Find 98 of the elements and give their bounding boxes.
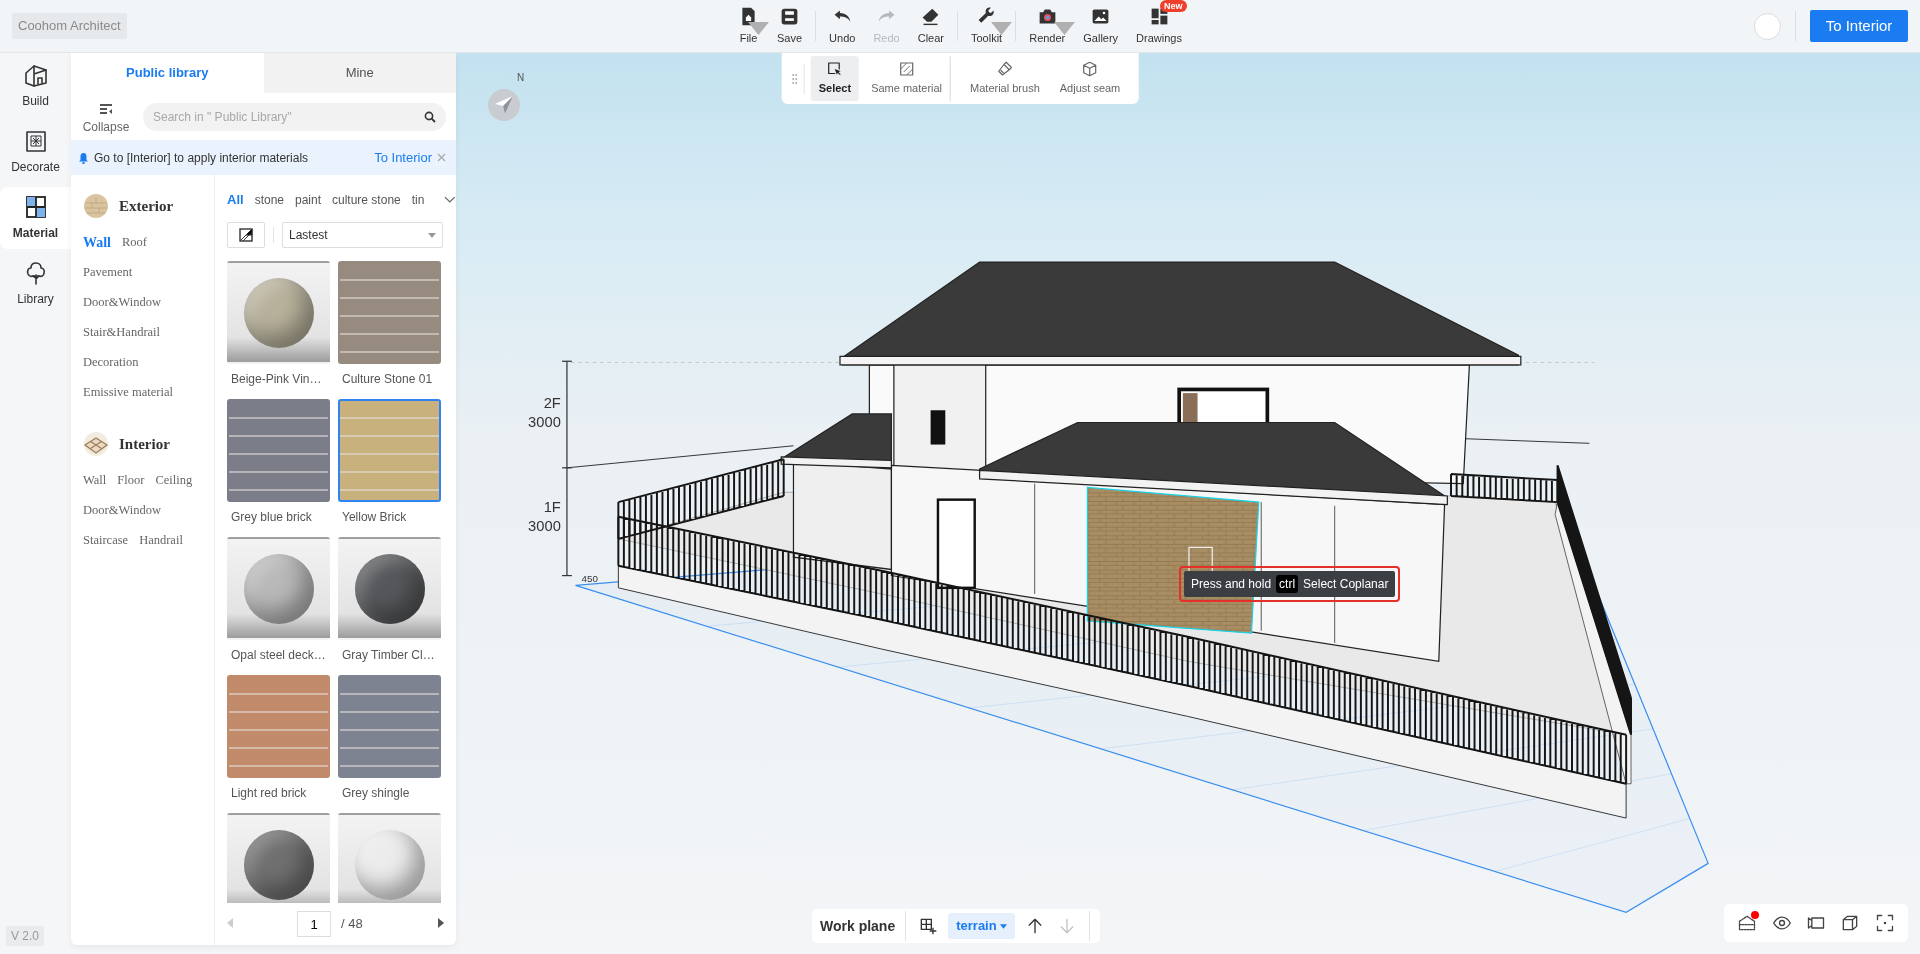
page-input[interactable]: 1 <box>297 911 331 937</box>
tool-button[interactable]: Adjust seam <box>1051 56 1129 101</box>
page-total: / 48 <box>341 915 364 934</box>
notice-text: Go to [Interior] to apply interior materials <box>94 149 310 167</box>
hatched-box-icon <box>897 60 916 79</box>
house-outline-icon <box>1737 913 1758 933</box>
material-thumbnail[interactable] <box>338 399 441 502</box>
collapse-button[interactable]: Collapse <box>71 96 141 137</box>
panel-tab[interactable]: Mine <box>263 53 456 93</box>
drag-handle-icon <box>791 72 798 85</box>
to-interior-button[interactable]: To Interior <box>1810 10 1908 42</box>
collapse-icon <box>99 102 113 115</box>
material-thumbnail[interactable] <box>227 399 330 502</box>
tool-button[interactable]: Material brush <box>962 56 1048 101</box>
toolbar-button[interactable]: New Drawings <box>1127 1 1191 51</box>
material-name: Light red brick <box>230 785 308 802</box>
chevron-down-icon <box>444 196 456 204</box>
key-label: ctrl <box>1276 575 1299 593</box>
work-plane-label: Work plane <box>820 916 896 936</box>
search-field[interactable]: Search in " Public Library" <box>143 102 446 131</box>
category-link[interactable]: Floor <box>117 470 145 490</box>
filter-chip[interactable]: culture stone <box>332 191 401 209</box>
material-thumbnail[interactable] <box>338 813 441 903</box>
material-name: Beige-Pink Vin… <box>230 371 323 388</box>
category-link[interactable]: Door&Window <box>83 292 161 312</box>
material-name: Grey shingle <box>341 785 411 802</box>
compass-label: N <box>517 71 525 85</box>
toolbar-button[interactable]: Clear <box>908 1 953 51</box>
sort-dropdown[interactable]: Lastest <box>282 222 443 248</box>
caret-icon <box>428 232 436 238</box>
category-link[interactable]: Stair&Handrail <box>83 322 161 342</box>
sidebar-item[interactable]: Material <box>0 187 71 249</box>
material-thumbnail[interactable] <box>227 537 330 640</box>
sidebar-item[interactable]: Decorate <box>0 121 71 183</box>
category-link[interactable]: Decoration <box>83 352 139 372</box>
material-name: Grey blue brick <box>230 509 313 526</box>
toolbar-button[interactable]: Gallery <box>1074 1 1128 51</box>
panel-tab[interactable]: Public library <box>71 53 264 93</box>
close-icon <box>437 153 446 162</box>
height-label: 3000 <box>528 414 561 431</box>
toolbar-button[interactable]: Undo <box>820 1 865 51</box>
category-link[interactable]: Wall <box>83 231 111 253</box>
version-label: V 2.0 <box>6 926 45 946</box>
plane-dropdown[interactable]: terrain <box>948 913 1015 939</box>
category-link[interactable]: Wall <box>83 470 107 490</box>
category-title: Exterior <box>119 196 174 216</box>
category-link[interactable]: Handrail <box>139 530 183 550</box>
filter-chip[interactable]: paint <box>295 191 321 209</box>
fullscreen-icon <box>1874 913 1895 933</box>
new-badge: New <box>1160 0 1187 12</box>
view-toggle-button[interactable] <box>227 222 265 248</box>
filter-chip[interactable]: All <box>227 190 244 210</box>
material-name: Yellow Brick <box>341 509 408 526</box>
bell-icon <box>78 151 89 164</box>
tooltip-text: Press and hold <box>1191 576 1272 593</box>
grid-plus-icon <box>918 916 939 936</box>
filter-chip[interactable]: stone <box>254 191 284 209</box>
app-title: Coohom Architect <box>12 13 127 39</box>
sidebar-item[interactable]: Library <box>0 253 71 315</box>
cube-icon <box>1081 60 1099 79</box>
category-link[interactable]: Roof <box>122 232 147 252</box>
toolbar-button[interactable]: Render <box>1020 1 1075 51</box>
toolbar-button[interactable]: File <box>729 1 769 51</box>
material-thumbnail[interactable] <box>227 261 330 364</box>
grid-view-icon <box>239 228 253 242</box>
category-link[interactable]: Staircase <box>83 530 129 550</box>
toolbar-button[interactable]: Toolkit <box>962 1 1012 51</box>
toolbar-button[interactable]: Save <box>768 1 812 51</box>
search-icon <box>424 110 436 123</box>
height-label: 3000 <box>528 518 561 535</box>
tool-button[interactable]: Same material <box>863 56 951 101</box>
category-link[interactable]: Ceiling <box>155 470 193 490</box>
base-height-label: 450 <box>581 572 598 584</box>
caret-icon <box>999 923 1007 929</box>
material-thumbnail[interactable] <box>338 537 441 640</box>
material-name: Gray Timber Cl… <box>341 647 436 664</box>
to-interior-link[interactable]: To Interior <box>374 147 432 168</box>
material-name: Culture Stone 01 <box>341 371 434 388</box>
category-title: Interior <box>119 434 170 454</box>
brush-icon <box>995 60 1014 79</box>
category-swatch-icon <box>83 193 109 219</box>
material-thumbnail[interactable] <box>338 675 441 778</box>
sidebar-item[interactable]: Build <box>0 55 71 117</box>
house-icon <box>22 62 49 88</box>
tooltip-text: Select Coplanar <box>1303 576 1389 593</box>
filter-chip[interactable]: tin <box>411 191 425 209</box>
category-link[interactable]: Emissive material <box>83 382 173 402</box>
floor-label: 1F <box>543 498 561 515</box>
compass-icon <box>487 88 521 122</box>
floor-label: 2F <box>543 394 561 411</box>
tool-button[interactable]: Select <box>810 56 860 101</box>
material-thumbnail[interactable] <box>227 813 330 903</box>
category-swatch-icon <box>83 431 109 457</box>
category-link[interactable]: Pavement <box>83 262 133 282</box>
category-link[interactable]: Door&Window <box>83 500 161 520</box>
material-thumbnail[interactable] <box>227 675 330 778</box>
material-name: Opal steel deck… <box>230 647 327 664</box>
material-thumbnail[interactable] <box>338 261 441 364</box>
